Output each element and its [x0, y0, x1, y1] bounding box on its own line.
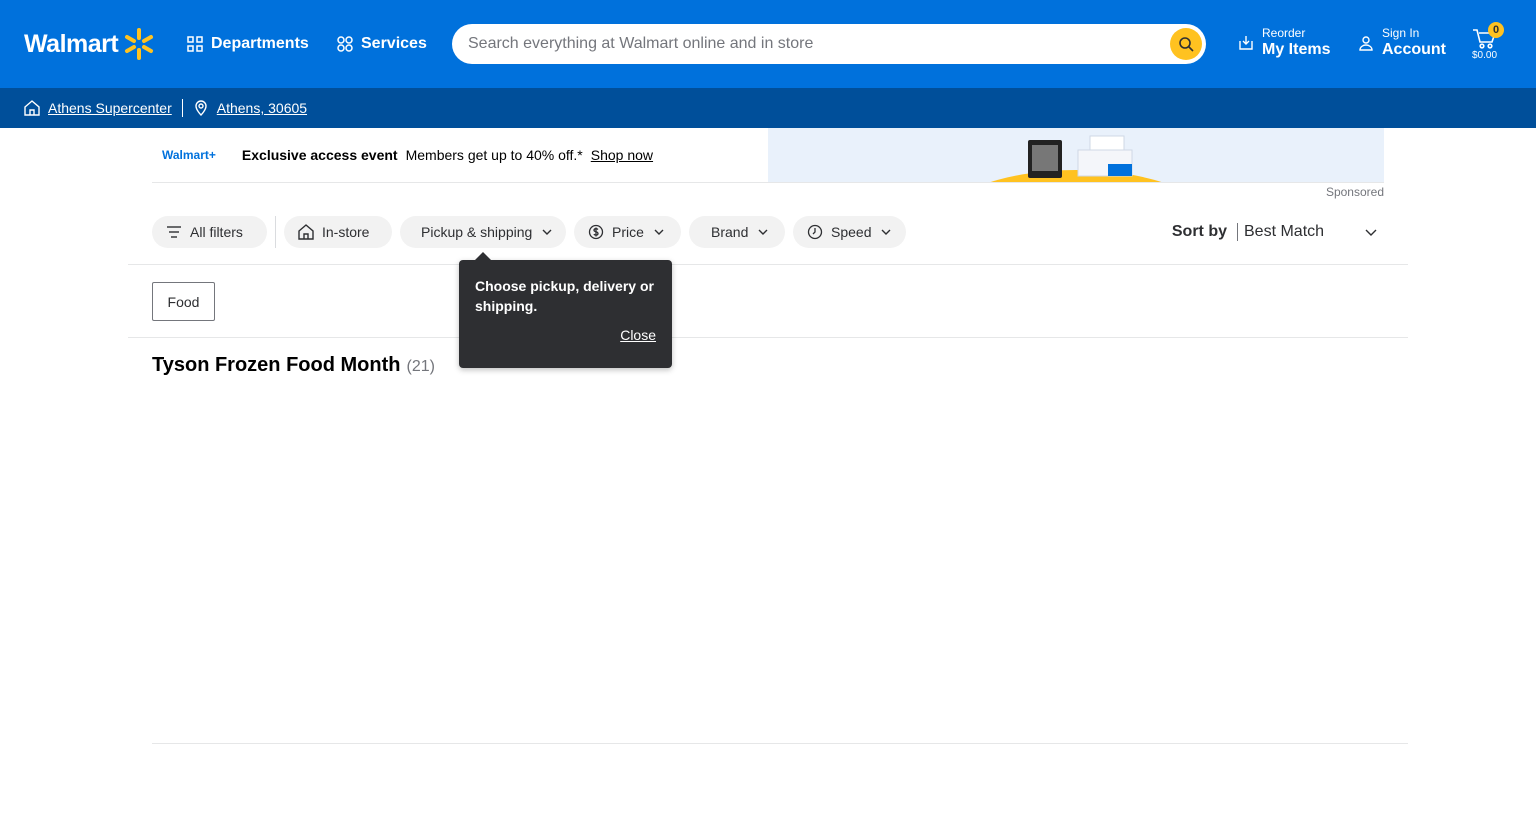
search-input[interactable]: [468, 35, 1158, 53]
logo-text: Walmart: [24, 29, 119, 58]
walmart-logo[interactable]: Walmart: [24, 26, 156, 62]
footer-divider-line: [152, 743, 1408, 744]
filter-icon: [167, 226, 181, 238]
reorder-link[interactable]: Reorder My Items: [1238, 26, 1330, 60]
pickup-shipping-filter[interactable]: Pickup & shipping: [400, 216, 566, 248]
sort-value: Best Match: [1244, 223, 1325, 240]
reorder-small-label: Reorder: [1262, 26, 1306, 40]
pickup-tooltip: Choose pickup, delivery or shipping. Clo…: [459, 252, 672, 368]
store-icon: [298, 224, 314, 240]
filter-divider-line: [128, 264, 1408, 265]
banner-text: Members get up to 40% off.*: [405, 147, 583, 163]
cart-total: $0.00: [1472, 50, 1498, 61]
location-link[interactable]: Athens, 30605: [217, 100, 307, 116]
top-header: Walmart Departments Services Search ever…: [0, 0, 1536, 88]
page-title: Tyson Frozen Food Month: [152, 354, 401, 376]
sort-label: Sort by: [1171, 223, 1227, 240]
dollar-icon: [588, 224, 604, 240]
walmart-plus-logo-text: Walmart+: [162, 148, 216, 162]
reorder-icon: [1239, 36, 1253, 50]
food-category-chip[interactable]: Food: [152, 282, 215, 321]
brand-filter[interactable]: Brand: [689, 216, 785, 248]
store-link[interactable]: Athens Supercenter: [48, 100, 172, 116]
spark-icon: [125, 28, 154, 60]
services-button[interactable]: Services: [337, 28, 427, 60]
search-bar: [452, 24, 1206, 64]
walmart-plus-logo: Walmart+: [162, 148, 216, 162]
chevron-down-icon: [654, 229, 664, 235]
section-divider-line: [128, 337, 1408, 338]
departments-button[interactable]: Departments: [187, 28, 309, 60]
account-big-label: Account: [1382, 41, 1446, 58]
sponsored-label: Sponsored: [1325, 185, 1384, 199]
account-link[interactable]: Sign In Account: [1358, 26, 1446, 60]
departments-label: Departments: [211, 35, 309, 52]
shop-now-link[interactable]: Shop now: [591, 147, 653, 163]
services-icon: [337, 36, 353, 52]
chevron-down-icon: [1365, 229, 1377, 236]
price-filter[interactable]: Price: [574, 216, 681, 248]
chevron-down-icon: [758, 229, 768, 235]
search-button[interactable]: [1170, 28, 1202, 60]
pickup-shipping-label: Pickup & shipping: [421, 224, 533, 240]
location-pin-icon: [195, 100, 207, 116]
price-label: Price: [612, 224, 644, 240]
sort-divider: [1237, 223, 1238, 241]
user-icon: [1359, 36, 1373, 51]
reorder-big-label: My Items: [1262, 41, 1331, 58]
all-filters-label: All filters: [190, 224, 243, 240]
promo-banner[interactable]: Walmart+ Exclusive access event Members …: [152, 128, 1384, 183]
divider: [181, 99, 183, 117]
search-icon: [1179, 37, 1194, 52]
services-label: Services: [361, 35, 427, 52]
in-store-label: In-store: [322, 224, 370, 240]
cart-count-badge: 0: [1488, 22, 1504, 38]
chevron-down-icon: [542, 229, 552, 235]
banner-heading: Exclusive access event: [241, 147, 398, 163]
signin-small-label: Sign In: [1382, 26, 1420, 40]
grid-icon: [187, 36, 203, 52]
chevron-down-icon: [881, 229, 891, 235]
banner-illustration: [990, 135, 1162, 182]
speed-filter[interactable]: Speed: [793, 216, 906, 248]
tooltip-text: Choose pickup, delivery or shipping.: [475, 278, 654, 314]
in-store-filter[interactable]: In-store: [284, 216, 392, 248]
clock-icon: [807, 224, 823, 240]
banner-image: [768, 128, 1384, 182]
speed-label: Speed: [831, 224, 872, 240]
sort-dropdown[interactable]: Sort by Best Match: [1172, 216, 1384, 248]
results-heading: Tyson Frozen Food Month (21): [152, 354, 435, 377]
store-location-bar: Athens Supercenter Athens, 30605: [0, 88, 1536, 128]
cart-button[interactable]: 0 $0.00: [1470, 22, 1506, 66]
tooltip-close-button[interactable]: Close: [620, 327, 656, 343]
all-filters-button[interactable]: All filters: [152, 216, 267, 248]
store-icon: [24, 100, 40, 116]
filter-divider: [275, 216, 276, 248]
brand-label: Brand: [711, 224, 749, 240]
filter-bar: All filters In-store Pickup & shipping P…: [152, 216, 1384, 248]
results-count: (21): [406, 358, 435, 375]
